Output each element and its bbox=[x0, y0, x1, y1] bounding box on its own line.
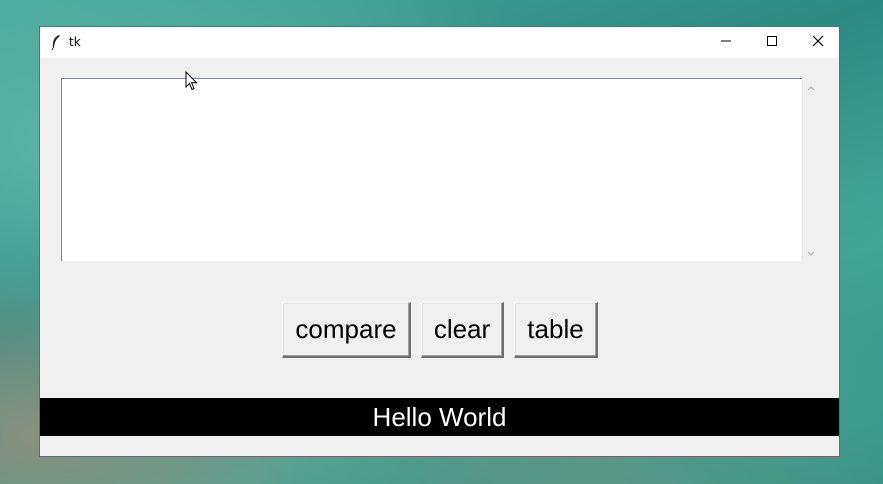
tk-feather-icon bbox=[50, 34, 62, 51]
scroll-down-button[interactable] bbox=[803, 244, 819, 261]
minimize-button[interactable] bbox=[703, 27, 749, 58]
compare-button[interactable]: compare bbox=[282, 302, 411, 358]
minimize-icon bbox=[720, 34, 732, 52]
close-icon bbox=[812, 34, 824, 52]
scroll-up-button[interactable] bbox=[803, 78, 819, 95]
table-button[interactable]: table bbox=[514, 302, 598, 358]
window-title: tk bbox=[69, 35, 81, 49]
mouse-pointer-icon bbox=[185, 70, 198, 91]
status-label: Hello World bbox=[40, 398, 839, 436]
close-button[interactable] bbox=[795, 27, 841, 58]
clear-button[interactable]: clear bbox=[421, 302, 504, 358]
tk-window: tk compare clear table Hello World bbox=[39, 26, 840, 457]
chevron-down-icon bbox=[807, 244, 815, 262]
text-input-area[interactable] bbox=[61, 78, 818, 261]
maximize-button[interactable] bbox=[749, 27, 795, 58]
title-bar[interactable]: tk bbox=[40, 27, 839, 58]
vertical-scrollbar[interactable] bbox=[802, 78, 819, 261]
maximize-icon bbox=[766, 34, 778, 52]
chevron-up-icon bbox=[807, 78, 815, 96]
